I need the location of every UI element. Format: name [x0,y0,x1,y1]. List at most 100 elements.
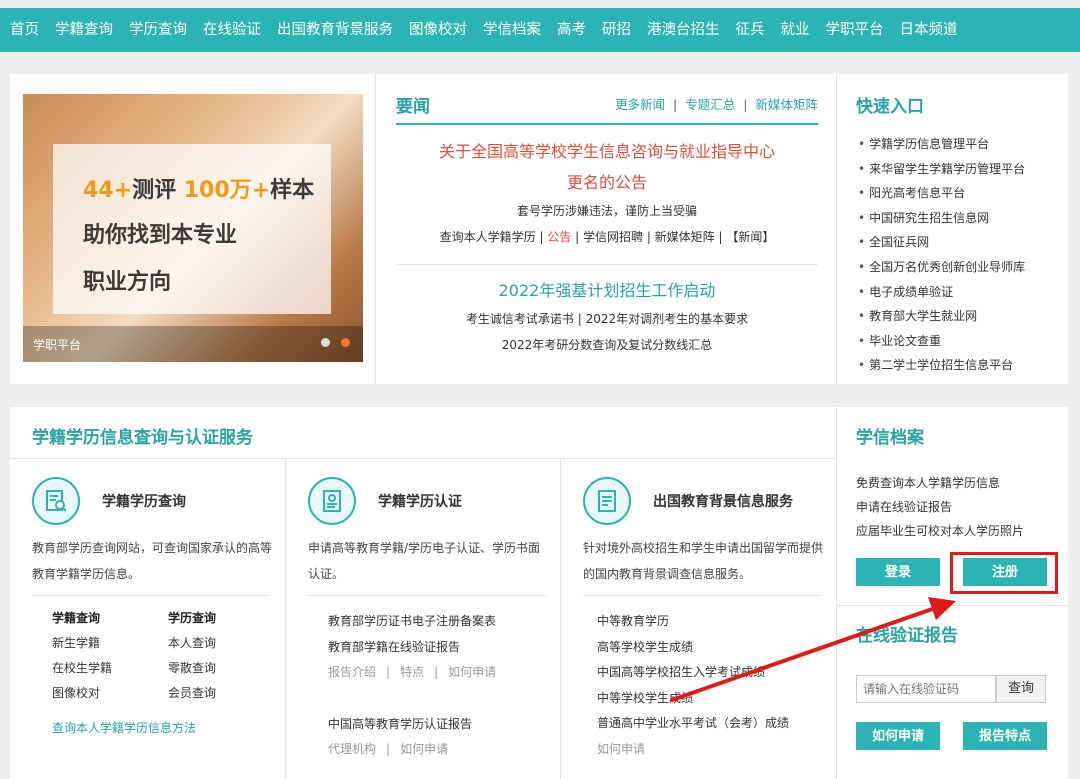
nav-item-xueji[interactable]: 学籍查询 [47,8,121,52]
verify-code-input[interactable] [856,675,996,703]
services-panel: 学籍学历信息查询与认证服务 学籍学历查询 教育部学历查询网站，可查询国家承认的高… [10,407,1068,779]
news-second-block: 2022年强基计划招生工作启动 考生诚信考试承诺书 | 2022年对调剂考生的基… [396,276,818,358]
list-item[interactable]: 中等教育学历 [597,609,789,635]
list-item: 申请在线验证报告 [856,500,953,514]
xuexin-archive-list: 免费查询本人学籍学历信息 申请在线验证报告 应届毕业生可校对本人学历照片 [856,471,1024,543]
list-item[interactable]: 电子成绩单验证 [858,280,1025,305]
news-separator [396,264,818,265]
nav-item-xuexin-archive[interactable]: 学信档案 [475,8,549,52]
abroad-links: 中等教育学历 高等学校学生成绩 中国高等学校招生入学考试成绩 中等学校学生成绩 … [597,609,789,762]
query-method-link[interactable]: 查询本人学籍学历信息方法 [52,719,248,738]
news-headline-1-line-2[interactable]: 更名的公告 [396,167,818,198]
list-item[interactable]: 普通高中学业水平考试（会考）成绩 [597,711,789,737]
list-item[interactable]: 全国万名优秀创新创业导师库 [858,255,1025,280]
list-item[interactable]: 毕业论文查重 [858,329,1025,354]
service-column-xueji: 学籍学历查询 教育部学历查询网站，可查询国家承认的高等教育学籍学历信息。 学籍查… [10,459,285,779]
divider [32,595,270,596]
report-features-button[interactable]: 报告特点 [963,722,1047,750]
how-to-apply-link[interactable]: 如何申请 [597,737,789,763]
nav-item-xueli[interactable]: 学历查询 [121,8,195,52]
online-verify-title: 在线验证报告 [856,626,958,646]
list-item[interactable]: 全国征兵网 [858,230,1025,255]
list-item[interactable]: 教育部学籍在线验证报告 [328,635,496,661]
list-item[interactable]: 中国高等教育学历认证报告 [328,712,496,738]
search-document-icon [32,477,80,525]
divider [308,595,546,596]
nav-item-gaokao[interactable]: 高考 [549,8,594,52]
service-description: 针对境外高校招生和学生申请出国留学而提供的国内教育背景调查信息服务。 [583,541,824,581]
list-item[interactable]: 阳光高考信息平台 [858,181,1025,206]
carousel-dot-1[interactable] [321,338,330,347]
self-query-link[interactable]: 本人查询 [168,634,248,653]
in-school-link[interactable]: 在校生学籍 [52,659,168,678]
nav-item-online-verify[interactable]: 在线验证 [195,8,269,52]
news-header: 要闻 更多新闻 | 专题汇总 | 新媒体矩阵 [396,92,818,125]
list-item[interactable]: 教育部学历证书电子注册备案表 [328,609,496,635]
service-name[interactable]: 出国教育背景信息服务 [653,491,793,511]
nav-item-abroad[interactable]: 出国教育背景服务 [269,8,401,52]
list-item[interactable]: 中国研究生招生信息网 [858,206,1025,231]
nav-item-jiuye[interactable]: 就业 [773,8,818,52]
list-item[interactable]: 中国高等学校招生入学考试成绩 [597,660,789,686]
nav-item-image-check[interactable]: 图像校对 [401,8,475,52]
top-nav: 首页 学籍查询 学历查询 在线验证 出国教育背景服务 图像校对 学信档案 高考 … [0,8,1080,52]
news-sub-1[interactable]: 套号学历涉嫌违法，谨防上当受骗 [396,198,818,224]
news-sub-3[interactable]: 考生诚信考试承诺书 | 2022年对调剂考生的基本要求 [396,306,818,332]
image-check-link[interactable]: 图像校对 [52,684,168,703]
news-sub-4[interactable]: 2022年考研分数查询及复试分数线汇总 [396,332,818,358]
carousel-dot-2[interactable] [341,338,350,347]
nav-item-yanzhao[interactable]: 研招 [594,8,639,52]
more-news-link[interactable]: 更多新闻 [615,97,665,112]
news-headline-1-line-1[interactable]: 关于全国高等学校学生信息咨询与就业指导中心 [396,136,818,167]
nav-item-japan[interactable]: 日本频道 [892,8,966,52]
xueli-query-link[interactable]: 学历查询 [168,609,248,628]
certificate-icon [308,477,356,525]
news-headline-2[interactable]: 2022年强基计划招生工作启动 [396,276,818,306]
news-links: 更多新闻 | 专题汇总 | 新媒体矩阵 [615,97,818,112]
promo-banner[interactable]: 44+测评 100万+样本 助你找到本专业 职业方向 学职平台 [23,94,363,362]
document-icon [583,477,631,525]
login-button[interactable]: 登录 [856,558,940,586]
list-item[interactable]: 教育部大学生就业网 [858,304,1025,329]
banner-line-1: 44+测评 100万+样本 [83,178,315,203]
news-sub-2: 查询本人学籍学历 | 公告 | 学信网招聘 | 新媒体矩阵 | 【新闻】 [439,230,775,244]
verify-query-button[interactable]: 查询 [996,675,1046,703]
service-column-certification: 学籍学历认证 申请高等教育学籍/学历电子认证、学历书面认证。 教育部学历证书电子… [286,459,561,779]
list-item: 免费查询本人学籍学历信息 [856,476,1001,490]
service-name[interactable]: 学籍学历认证 [378,491,462,511]
banner-line-3: 职业方向 [83,270,172,295]
divider [375,74,376,384]
banner-line-2: 助你找到本专业 [83,223,238,248]
list-item: 应届毕业生可校对本人学历照片 [856,524,1025,538]
register-highlight-box [950,552,1058,594]
nav-item-gat[interactable]: 港澳台招生 [639,8,728,52]
list-item[interactable]: 来华留学生学籍学历管理平台 [858,157,1025,182]
banner-caption: 学职平台 [33,338,82,352]
xueji-query-link[interactable]: 学籍查询 [52,609,168,628]
how-to-apply-button[interactable]: 如何申请 [856,722,940,750]
nav-item-zhengbing[interactable]: 征兵 [728,8,773,52]
service-description: 申请高等教育学籍/学历电子认证、学历书面认证。 [308,541,541,581]
xueji-link-grid: 学籍查询 学历查询 新生学籍 本人查询 在校生学籍 零散查询 图像校对 会员查询… [52,609,248,738]
new-student-link[interactable]: 新生学籍 [52,634,168,653]
list-item[interactable]: 第二学士学位招生信息平台 [858,353,1025,378]
list-item[interactable]: 学籍学历信息管理平台 [858,132,1025,157]
list-item[interactable]: 中等学校学生成绩 [597,686,789,712]
divider [836,605,1068,606]
nav-item-home[interactable]: 首页 [4,8,47,52]
list-item[interactable]: 高等学校学生成绩 [597,635,789,661]
new-media-link[interactable]: 新媒体矩阵 [755,97,818,112]
news-panel: 44+测评 100万+样本 助你找到本专业 职业方向 学职平台 要闻 更多新闻 |… [10,74,1068,384]
sub-links: 报告介绍 | 特点 | 如何申请 [328,665,497,679]
divider [583,595,821,596]
nav-item-xuezhi[interactable]: 学职平台 [818,8,892,52]
divider [836,407,837,779]
quick-entry-list: 学籍学历信息管理平台 来华留学生学籍学历管理平台 阳光高考信息平台 中国研究生招… [858,132,1025,378]
service-column-abroad: 出国教育背景信息服务 针对境外高校招生和学生申请出国留学而提供的国内教育背景调查… [561,459,836,779]
member-query-link[interactable]: 会员查询 [168,684,248,703]
divider [836,74,837,384]
service-name[interactable]: 学籍学历查询 [102,491,186,511]
topics-link[interactable]: 专题汇总 [685,97,735,112]
scattered-query-link[interactable]: 零散查询 [168,659,248,678]
news-title: 要闻 [396,97,430,117]
